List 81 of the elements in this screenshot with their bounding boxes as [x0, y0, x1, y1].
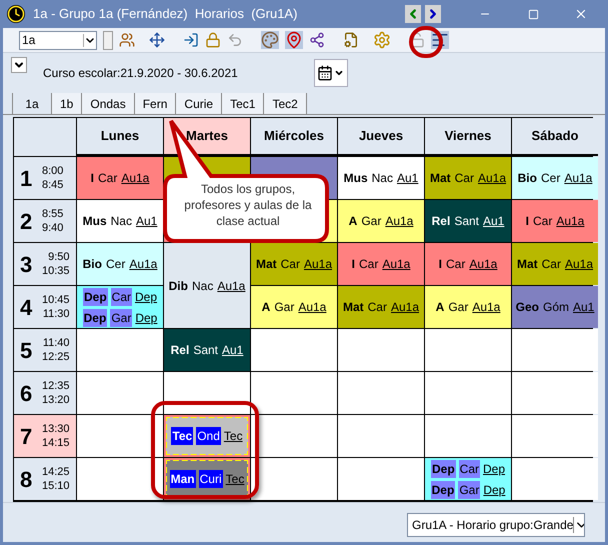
teacher-tag: Ond [196, 427, 221, 445]
period-start: 9:50 [48, 250, 70, 264]
period-end: 15:10 [42, 479, 70, 493]
period-number: 8 [20, 466, 34, 494]
subject-label: Bio [82, 256, 102, 273]
subject-label: I [90, 170, 94, 187]
subject-tag: Man [170, 470, 196, 488]
teacher-label: Nac [110, 213, 132, 230]
period-end: 13:20 [42, 393, 70, 407]
subject-label: I [352, 256, 355, 273]
subject-label: A [262, 299, 270, 316]
period-start: 8:55 [42, 207, 64, 221]
period-start: 10:45 [42, 293, 70, 307]
teacher-label: Car [358, 256, 378, 273]
subject-label: Geo [516, 299, 539, 316]
subject-tag: Dep [82, 288, 108, 306]
period-number: 6 [20, 380, 34, 408]
day-header: Miércoles [251, 118, 337, 156]
teacher-tag: Car [458, 460, 480, 478]
teacher-label: Car [368, 299, 387, 316]
period-number: 4 [20, 294, 34, 322]
teacher-label: Sant [454, 213, 479, 230]
teacher-label: Sant [193, 342, 218, 359]
subject-tag: Dep [430, 460, 456, 478]
teacher-label: Car [454, 170, 474, 187]
subject-tag: Tec [171, 427, 194, 445]
period-number: 3 [20, 250, 34, 278]
teacher-tag: Curi [198, 470, 223, 488]
subject-tag: Dep [82, 308, 108, 326]
period-start: 12:35 [42, 379, 70, 393]
teacher-label: Gar [361, 213, 382, 230]
teacher-label: Góm [542, 299, 569, 316]
teacher-label: Car [446, 256, 466, 273]
teacher-label: Cer [540, 170, 560, 187]
period-end: 11:30 [42, 307, 70, 321]
subject-label: Mat [516, 256, 538, 273]
teacher-label: Car [532, 213, 552, 230]
subject-label: Mus [82, 213, 107, 230]
period-number: 5 [20, 336, 34, 364]
teacher-label: Car [98, 170, 118, 187]
period-number: 1 [20, 164, 34, 192]
teacher-label: Gar [448, 299, 468, 316]
period-start: 8:00 [42, 164, 64, 178]
subject-label: Mat [256, 256, 277, 273]
subject-label: A [436, 299, 444, 316]
school-year-label: Curso escolar:21.9.2020 - 30.6.2021 [43, 65, 238, 82]
subject-label: Bio [518, 170, 537, 187]
period-start: 14:25 [42, 465, 70, 479]
subject-label: Rel [432, 213, 450, 230]
teacher-tag: Gar [458, 480, 480, 498]
teacher-label: Nac [192, 278, 214, 294]
subject-label: Mat [342, 299, 364, 316]
period-end: 9:40 [42, 221, 64, 235]
subject-label: Rel [170, 342, 190, 359]
period-end: 14:15 [42, 436, 70, 450]
teacher-label: Nac [372, 170, 393, 187]
teacher-label: Gar [274, 299, 294, 316]
period-number: 7 [20, 422, 34, 450]
day-header: Lunes [77, 118, 163, 156]
teacher-label: Car [542, 256, 561, 273]
subject-label: I [526, 213, 529, 230]
teacher-label: Car [280, 256, 300, 273]
subject-label: A [348, 213, 358, 230]
subject-label: I [438, 256, 442, 273]
subject-label: Mat [430, 170, 451, 187]
teacher-tag: Gar [110, 308, 132, 326]
period-end: 8:45 [42, 178, 64, 192]
subject-label: Mus [344, 170, 368, 187]
teacher-tag: Car [110, 288, 132, 306]
subject-tag: Dep [430, 480, 456, 498]
period-start: 11:40 [42, 336, 70, 350]
window-title: 1a - Grupo 1a (Fernández) Horarios (Gru1A) [33, 5, 298, 24]
period-number: 2 [20, 208, 34, 236]
teacher-label: Cer [106, 256, 126, 273]
period-end: 12:25 [42, 350, 70, 364]
day-header: Sábado [512, 118, 598, 156]
period-end: 10:35 [42, 264, 70, 278]
day-header: Jueves [338, 118, 424, 156]
day-header: Viernes [425, 118, 511, 156]
subject-label: Dib [168, 278, 188, 294]
period-start: 13:30 [42, 422, 70, 436]
